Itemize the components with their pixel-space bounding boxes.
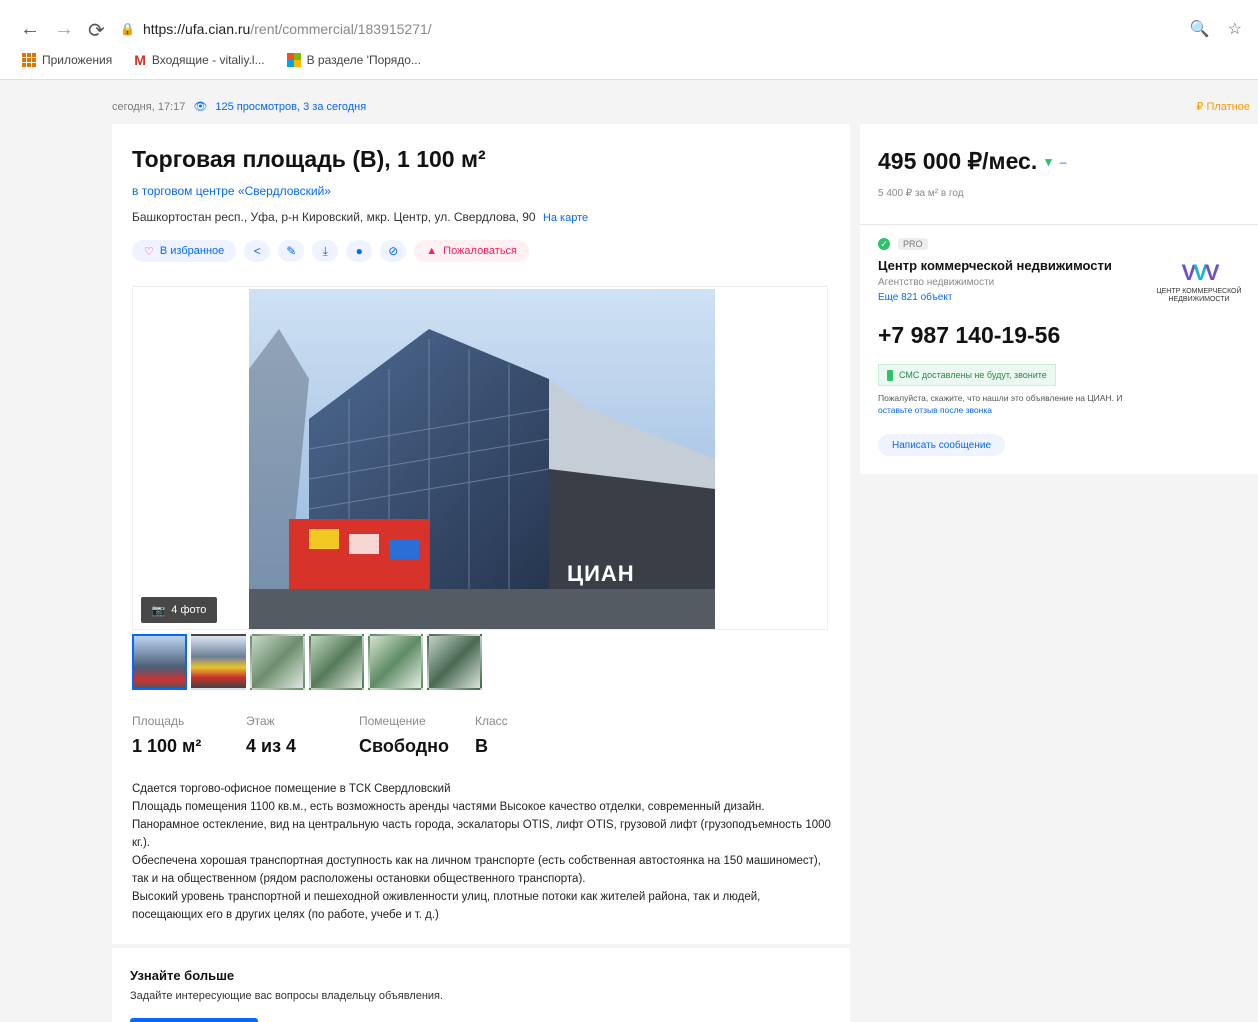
arrow-left-icon[interactable]: ← — [20, 18, 40, 41]
hide-button[interactable]: ● — [346, 240, 373, 262]
price-info-icon[interactable]: – — [1060, 155, 1067, 169]
browser-chrome: ← → ⟳ 🔒 https://ufa.cian.ru/rent/commerc… — [0, 0, 1258, 80]
bookmark-gmail[interactable]: M Входящие - vitaliy.l... — [134, 52, 264, 68]
thumbnail-strip — [132, 634, 482, 690]
logo-text: ЦЕНТР КОММЕРЧЕСКОЙ НЕДВИЖИМОСТИ — [1156, 288, 1242, 303]
pen-icon: ✎ — [286, 244, 297, 258]
bookmark-apps[interactable]: Приложения — [22, 53, 112, 67]
sms-notice: СМС доставлены не будут, звоните — [878, 364, 1056, 386]
ask-title: Узнайте больше — [130, 968, 235, 983]
listing-card: Торговая площадь (B), 1 100 м² в торгово… — [112, 124, 850, 944]
agency-logo[interactable]: VVV ЦЕНТР КОММЕРЧЕСКОЙ НЕДВИЖИМОСТИ — [1154, 260, 1244, 304]
share-button[interactable]: < — [244, 240, 271, 262]
url-host: https://ufa.cian.ru — [142, 21, 251, 37]
ask-button[interactable] — [130, 1018, 258, 1022]
phone-number[interactable]: +7 987 140-19-56 — [878, 322, 1060, 349]
ask-subtitle: Задайте интересующие вас вопросы владель… — [130, 990, 444, 1002]
cian-watermark: ЦИАН — [567, 561, 635, 586]
apps-icon — [22, 53, 36, 67]
eye-icon: 👁 — [193, 101, 208, 113]
divider — [860, 224, 1258, 225]
share-icon: < — [253, 244, 261, 258]
thumbnail[interactable] — [368, 634, 423, 690]
description: Сдается торгово-офисное помещение в ТСК … — [132, 780, 834, 924]
address: Башкортостан респ., Уфа, р-н Кировский, … — [132, 210, 588, 224]
fact-area: Площадь 1 100 м² — [132, 714, 202, 756]
favorite-button[interactable]: ♡ В избранное — [132, 240, 237, 262]
fact-premises: Помещение Свободно — [359, 714, 449, 756]
reload-icon[interactable]: ⟳ — [88, 18, 105, 43]
pro-row: ✓ PRO — [878, 238, 928, 250]
bookmark-section[interactable]: В разделе 'Порядо... — [286, 53, 421, 67]
agency-type: Агентство недвижимости — [878, 277, 995, 288]
url-path: /rent/commercial/183915271/ — [250, 21, 432, 37]
phone-icon — [887, 369, 893, 381]
warning-icon: ▲ — [426, 245, 438, 257]
download-icon: ⤓ — [322, 243, 328, 258]
listing-date: сегодня, 17:17 — [112, 100, 186, 113]
mall-link[interactable]: в торговом центре «Свердловский» — [132, 184, 331, 198]
thumbnail[interactable] — [191, 634, 246, 690]
star-icon[interactable]: ☆ — [1228, 19, 1242, 39]
logo-icon: VVV — [1181, 260, 1219, 285]
address-text: Башкортостан респ., Уфа, р-н Кировский, … — [132, 210, 536, 224]
price-per-meter: 5 400 ₽ за м² в год — [878, 188, 964, 199]
write-message-button[interactable]: Написать сообщение — [878, 434, 1006, 456]
thumbnail[interactable] — [132, 634, 187, 690]
description-line: Высокий уровень транспортной и пешеходно… — [132, 891, 761, 921]
agency-objects-link[interactable]: Еще 821 объект — [878, 292, 952, 303]
pro-badge: PRO — [898, 238, 928, 250]
lock-icon: 🔒 — [120, 22, 135, 36]
windows-icon — [286, 53, 301, 67]
gmail-icon: M — [134, 52, 146, 68]
views-link[interactable]: 125 просмотров, 3 за сегодня — [215, 101, 366, 113]
map-link[interactable]: На карте — [543, 212, 588, 224]
bookmarks-bar: Приложения M Входящие - vitaliy.l... В р… — [22, 52, 421, 68]
photo-gallery[interactable]: ЦИАН 📷 4 фото — [132, 286, 828, 630]
listing-title: Торговая площадь (B), 1 100 м² — [132, 146, 486, 172]
edit-button[interactable]: ✎ — [278, 240, 305, 262]
price-value: 495 000 ₽/мес. — [878, 148, 1038, 174]
listing-meta: сегодня, 17:17 👁 125 просмотров, 3 за се… — [112, 100, 366, 114]
thumbnail[interactable] — [250, 634, 305, 690]
thumbnail[interactable] — [427, 634, 482, 690]
main-photo[interactable]: ЦИАН — [249, 289, 715, 629]
block-icon: ⊘ — [388, 244, 399, 258]
check-icon: ✓ — [878, 238, 890, 250]
thumbnail[interactable] — [309, 634, 364, 690]
zoom-icon[interactable]: 🔍 — [1190, 19, 1210, 39]
photo-count-button[interactable]: 📷 4 фото — [141, 597, 217, 623]
call-note: Пожалуйста, скажите, что нашли это объяв… — [878, 393, 1123, 415]
description-line: Площадь помещения 1100 кв.м., есть возмо… — [132, 801, 831, 849]
arrow-right-icon[interactable]: → — [54, 18, 74, 41]
paid-label[interactable]: ₽ Платное — [1196, 100, 1250, 113]
download-button[interactable]: ⤓ — [312, 240, 339, 262]
key-facts: Площадь 1 100 м² Этаж 4 из 4 Помещение С… — [132, 714, 535, 757]
price-trend-icon[interactable]: ▾ — [1045, 154, 1052, 170]
block-button[interactable]: ⊘ — [380, 240, 407, 262]
camera-icon: 📷 — [151, 604, 166, 617]
fact-floor: Этаж 4 из 4 — [246, 714, 297, 756]
agency-name[interactable]: Центр коммерческой недвижимости — [878, 258, 1112, 273]
review-link[interactable]: оставьте отзыв после звонка — [878, 405, 992, 415]
price: 495 000 ₽/мес. ▾ – — [878, 148, 1066, 175]
dot-icon: ● — [355, 244, 363, 258]
ask-owner-card: Узнайте больше Задайте интересующие вас … — [112, 948, 850, 1022]
address-bar[interactable]: 🔒 https://ufa.cian.ru/rent/commercial/18… — [120, 14, 1250, 44]
heart-icon: ♡ — [144, 245, 154, 258]
fact-class: Класс B — [475, 714, 508, 756]
report-button[interactable]: ▲ Пожаловаться — [414, 240, 530, 262]
contact-card: 495 000 ₽/мес. ▾ – 5 400 ₽ за м² в год ✓… — [860, 124, 1258, 474]
description-line: Обеспечена хорошая транспортная доступно… — [132, 855, 821, 885]
building-photo — [249, 289, 715, 629]
action-bar: ♡ В избранное < ✎ ⤓ ● ⊘ ▲ Пожаловаться — [132, 240, 530, 262]
description-line: Сдается торгово-офисное помещение в ТСК … — [132, 783, 451, 795]
